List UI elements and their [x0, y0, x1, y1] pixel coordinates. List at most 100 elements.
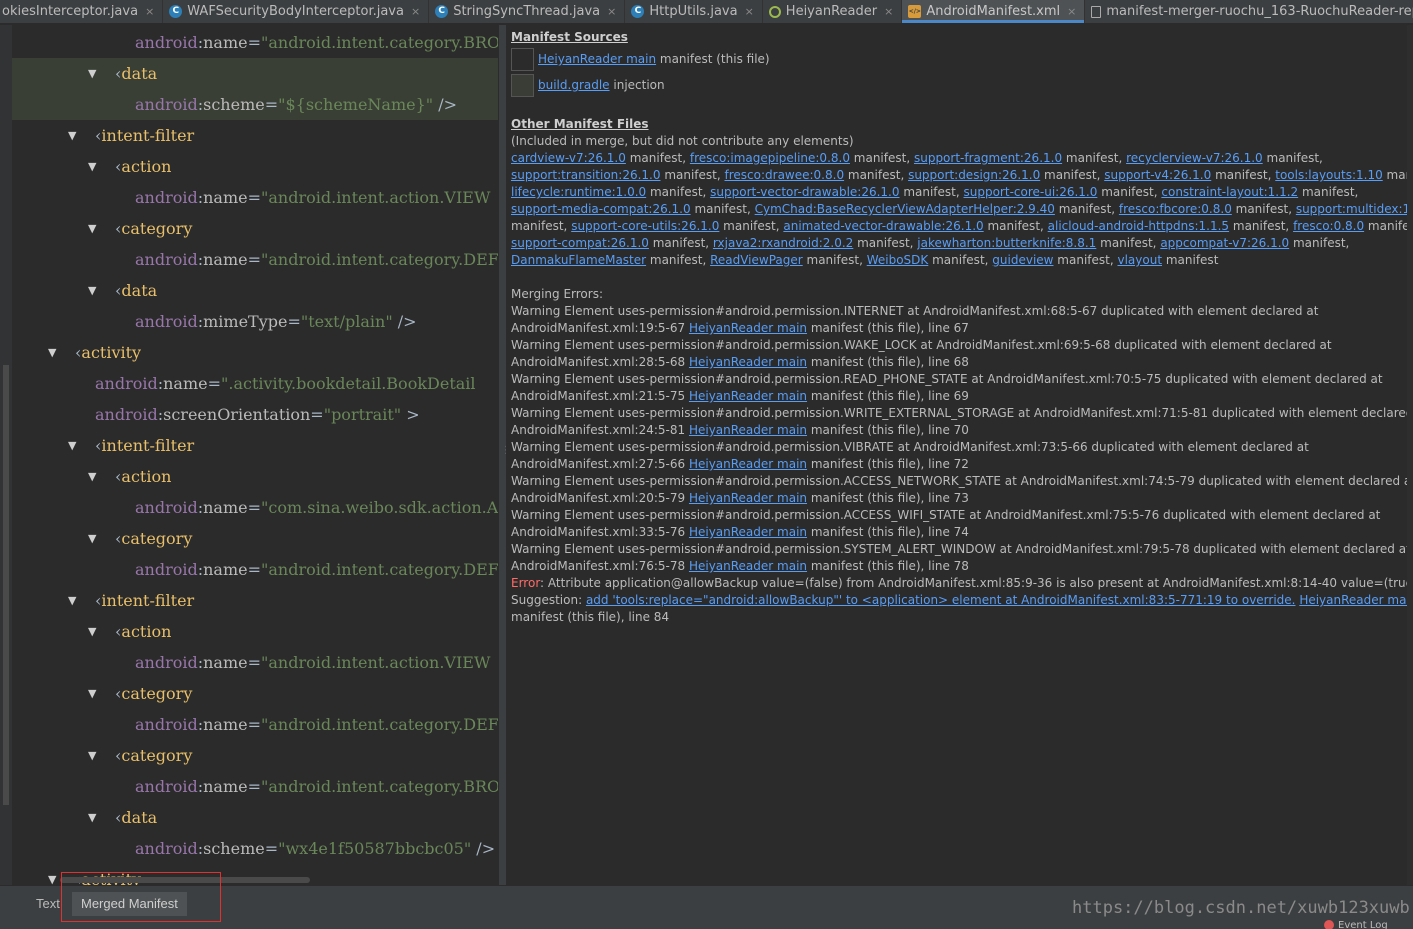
- report-link[interactable]: ReadViewPager: [710, 253, 803, 267]
- code-line[interactable]: ▼ ‹intent-filter: [12, 430, 498, 461]
- fold-toggle-icon[interactable]: ▼: [68, 585, 76, 616]
- code-line[interactable]: android:mimeType="text/plain" />: [12, 306, 498, 337]
- report-link[interactable]: add 'tools:replace="android:allowBackup"…: [586, 593, 1296, 607]
- split-divider[interactable]: ⋮: [498, 25, 511, 885]
- code-line[interactable]: ▼ ‹category: [12, 740, 498, 771]
- report-link[interactable]: HeiyanReader main: [1299, 593, 1407, 607]
- code-line[interactable]: ▼ ‹intent-filter: [12, 585, 498, 616]
- fold-toggle-icon[interactable]: ▼: [68, 120, 76, 151]
- report-vertical-scrollbar[interactable]: [1407, 25, 1413, 885]
- code-line[interactable]: android:name="android.intent.action.VIEW: [12, 647, 498, 678]
- code-line[interactable]: ▼ ‹data: [12, 275, 498, 306]
- report-link[interactable]: fresco:0.8.0: [1293, 219, 1364, 233]
- fold-toggle-icon[interactable]: ▼: [88, 740, 96, 771]
- close-icon[interactable]: ×: [884, 5, 893, 18]
- report-link[interactable]: support:transition:26.1.0: [511, 168, 661, 182]
- editor-tab[interactable]: </> AndroidManifest.xml ×: [902, 0, 1086, 23]
- report-link[interactable]: support-media-compat:26.1.0: [511, 202, 691, 216]
- manifest-source-link[interactable]: build.gradle: [538, 78, 610, 92]
- code-line[interactable]: android:scheme="wx4e1f50587bbcbc05" />: [12, 833, 498, 864]
- report-link[interactable]: alicloud-android-httpdns:1.1.5: [1048, 219, 1229, 233]
- report-link[interactable]: support-v4:26.1.0: [1104, 168, 1211, 182]
- report-link[interactable]: HeiyanReader main: [689, 559, 807, 573]
- editor-tab[interactable]: manifest-merger-ruochu_163-RuochuReader-…: [1085, 0, 1413, 23]
- report-link[interactable]: rxjava2:rxandroid:2.0.2: [713, 236, 853, 250]
- report-link[interactable]: fresco:imagepipeline:0.8.0: [690, 151, 850, 165]
- report-link[interactable]: lifecycle:runtime:1.0.0: [511, 185, 646, 199]
- event-log-button[interactable]: Event Log: [1324, 920, 1388, 929]
- fold-toggle-icon[interactable]: ▼: [48, 337, 56, 368]
- report-link[interactable]: HeiyanReader main: [689, 525, 807, 539]
- code-line[interactable]: ▼ ‹data: [12, 802, 498, 833]
- code-line[interactable]: android:name="android.intent.category.DE…: [12, 709, 498, 740]
- report-link[interactable]: DanmakuFlameMaster: [511, 253, 646, 267]
- report-link[interactable]: support-fragment:26.1.0: [914, 151, 1062, 165]
- report-link[interactable]: CymChad:BaseRecyclerViewAdapterHelper:2.…: [755, 202, 1055, 216]
- fold-toggle-icon[interactable]: ▼: [68, 430, 76, 461]
- report-link[interactable]: fresco:drawee:0.8.0: [725, 168, 845, 182]
- editor-tab[interactable]: C HttpUtils.java ×: [625, 0, 763, 23]
- report-link[interactable]: support-core-utils:26.1.0: [571, 219, 719, 233]
- report-link[interactable]: HeiyanReader main: [689, 321, 807, 335]
- code-line[interactable]: ▼ ‹action: [12, 616, 498, 647]
- code-line[interactable]: ▼ ‹category: [12, 213, 498, 244]
- code-line[interactable]: android:name="android.intent.category.BR…: [12, 27, 498, 58]
- xml-editor[interactable]: android:name="android.intent.category.BR…: [12, 25, 498, 885]
- report-link[interactable]: vlayout: [1117, 253, 1162, 267]
- close-icon[interactable]: ×: [1067, 5, 1076, 18]
- report-link[interactable]: constraint-layout:1.1.2: [1161, 185, 1298, 199]
- report-link[interactable]: support-vector-drawable:26.1.0: [710, 185, 899, 199]
- close-icon[interactable]: ×: [745, 5, 754, 18]
- code-line[interactable]: android:name="android.intent.category.DE…: [12, 244, 498, 275]
- report-link[interactable]: recyclerview-v7:26.1.0: [1126, 151, 1263, 165]
- code-line[interactable]: android:name="android.intent.category.BR…: [12, 771, 498, 802]
- fold-toggle-icon[interactable]: ▼: [88, 802, 96, 833]
- report-link[interactable]: tools:layouts:1.10: [1275, 168, 1382, 182]
- editor-tab[interactable]: C WAFSecurityBodyInterceptor.java ×: [163, 0, 430, 23]
- code-line[interactable]: android:screenOrientation="portrait" >: [12, 399, 498, 430]
- fold-toggle-icon[interactable]: ▼: [88, 616, 96, 647]
- code-line[interactable]: ▼ ‹data: [12, 58, 498, 89]
- code-line[interactable]: android:name="com.sina.weibo.sdk.action.…: [12, 492, 498, 523]
- report-link[interactable]: HeiyanReader main: [689, 389, 807, 403]
- code-line[interactable]: ▼ ‹category: [12, 523, 498, 554]
- code-line[interactable]: ▼ ‹category: [12, 678, 498, 709]
- code-line[interactable]: android:name="android.intent.category.DE…: [12, 554, 498, 585]
- code-line[interactable]: android:name=".activity.bookdetail.BookD…: [12, 368, 498, 399]
- manifest-source-link[interactable]: HeiyanReader main: [538, 52, 656, 66]
- report-link[interactable]: guideview: [992, 253, 1053, 267]
- report-link[interactable]: support-core-ui:26.1.0: [964, 185, 1098, 199]
- fold-toggle-icon[interactable]: ▼: [88, 213, 96, 244]
- editor-tab[interactable]: HeiyanReader ×: [763, 0, 903, 23]
- report-link[interactable]: jakewharton:butterknife:8.8.1: [917, 236, 1096, 250]
- report-link[interactable]: animated-vector-drawable:26.1.0: [783, 219, 983, 233]
- report-link[interactable]: HeiyanReader main: [689, 457, 807, 471]
- editor-tab[interactable]: C StringSyncThread.java ×: [429, 0, 626, 23]
- fold-toggle-icon[interactable]: ▼: [88, 461, 96, 492]
- fold-toggle-icon[interactable]: ▼: [88, 151, 96, 182]
- close-icon[interactable]: ×: [411, 5, 420, 18]
- report-link[interactable]: fresco:fbcore:0.8.0: [1119, 202, 1232, 216]
- fold-toggle-icon[interactable]: ▼: [88, 58, 96, 89]
- report-link[interactable]: cardview-v7:26.1.0: [511, 151, 626, 165]
- code-line[interactable]: android:scheme="${schemeName}" />: [12, 89, 498, 120]
- close-icon[interactable]: ×: [145, 5, 154, 18]
- code-line[interactable]: ▼ ‹intent-filter: [12, 120, 498, 151]
- fold-toggle-icon[interactable]: ▼: [88, 523, 96, 554]
- code-line[interactable]: ▼ ‹action: [12, 461, 498, 492]
- fold-toggle-icon[interactable]: ▼: [88, 678, 96, 709]
- report-link[interactable]: HeiyanReader main: [689, 355, 807, 369]
- code-line[interactable]: ▼ ‹activity: [12, 337, 498, 368]
- editor-tab[interactable]: okiesInterceptor.java ×: [0, 0, 164, 23]
- report-link[interactable]: support:design:26.1.0: [908, 168, 1040, 182]
- code-line[interactable]: android:name="android.intent.action.VIEW: [12, 182, 498, 213]
- code-line[interactable]: ▼ ‹action: [12, 151, 498, 182]
- fold-toggle-icon[interactable]: ▼: [88, 275, 96, 306]
- report-link[interactable]: HeiyanReader main: [689, 491, 807, 505]
- report-link[interactable]: support-compat:26.1.0: [511, 236, 649, 250]
- close-icon[interactable]: ×: [607, 5, 616, 18]
- report-link[interactable]: support:multidex:1.0.3: [1296, 202, 1407, 216]
- report-link[interactable]: WeiboSDK: [867, 253, 929, 267]
- fold-toggle-icon[interactable]: ▼: [48, 864, 56, 885]
- report-link[interactable]: HeiyanReader main: [689, 423, 807, 437]
